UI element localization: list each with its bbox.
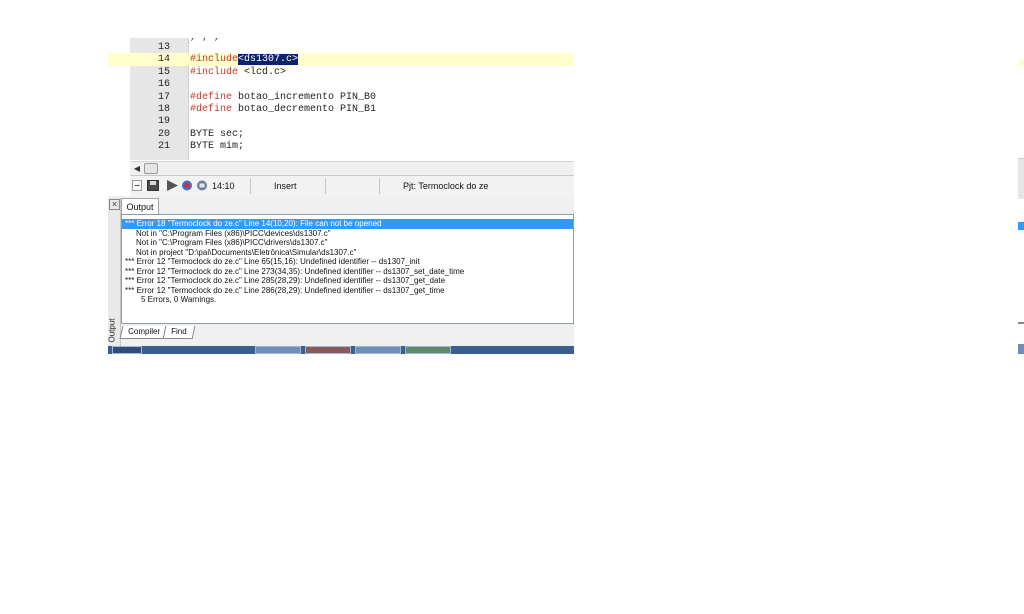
compiler-message[interactable]: *** Error 12 "Termoclock do ze.c" Line 6… bbox=[122, 257, 573, 267]
tab-compiler[interactable]: Compiler bbox=[119, 326, 169, 339]
tab-label: Compiler bbox=[128, 327, 161, 336]
status-separator bbox=[250, 178, 251, 194]
window-fragment bbox=[1018, 344, 1024, 354]
preprocessor-keyword: #include bbox=[190, 54, 239, 66]
output-panel: × Output Output *** Error 18 "Termoclock… bbox=[108, 196, 574, 346]
editor-horizontal-scrollbar[interactable]: ◀ bbox=[130, 161, 574, 176]
preprocessor-keyword: #define bbox=[190, 104, 233, 115]
compiler-messages-list[interactable]: *** Error 18 "Termoclock do ze.c" Line 1… bbox=[121, 214, 574, 324]
output-side-tab[interactable]: × Output bbox=[108, 198, 121, 346]
line-number: 17 bbox=[157, 91, 170, 103]
compiler-message[interactable]: *** Error 12 "Termoclock do ze.c" Line 2… bbox=[122, 267, 573, 277]
preprocessor-keyword: #define bbox=[190, 91, 233, 103]
code-line[interactable]: 21 BYTE mim; bbox=[108, 140, 574, 153]
code-editor[interactable]: , , , 1314#include<ds1307.c>15#include <… bbox=[108, 38, 574, 160]
code-token: <lcd.c> bbox=[238, 66, 287, 78]
preprocessor-keyword: #include bbox=[190, 66, 239, 78]
line-number: 13 bbox=[157, 42, 170, 53]
tab-find[interactable]: Find bbox=[162, 326, 195, 339]
ide-window: , , , 1314#include<ds1307.c>15#include <… bbox=[108, 38, 574, 354]
output-bottom-tabs: Compiler Find bbox=[119, 326, 195, 340]
code-line[interactable]: 19 bbox=[108, 115, 574, 128]
play-icon[interactable] bbox=[166, 180, 179, 191]
record-icon[interactable] bbox=[181, 180, 193, 191]
code-text: BYTE mim; bbox=[190, 140, 244, 153]
code-line[interactable]: 14 #include<ds1307.c> bbox=[108, 53, 574, 67]
line-number: 16 bbox=[157, 79, 170, 91]
code-line[interactable]: 17 #define botao_incremento PIN_B0 bbox=[108, 91, 574, 104]
project-name: Pjt: Termoclock do ze bbox=[403, 181, 489, 191]
line-number: 19 bbox=[157, 116, 170, 128]
selected-text: <ds1307.c> bbox=[238, 54, 299, 66]
line-number: 20 bbox=[157, 128, 170, 140]
taskbar-button[interactable] bbox=[255, 346, 301, 354]
compiler-message[interactable]: Not in project "D:\pai\Documents\Eletrôn… bbox=[122, 248, 573, 258]
line-number: 18 bbox=[157, 104, 170, 115]
code-text: #include<ds1307.c> bbox=[190, 53, 299, 66]
code-line[interactable]: 16 bbox=[108, 78, 574, 91]
window-fragment bbox=[1018, 60, 1024, 66]
code-text: #define botao_incremento PIN_B0 bbox=[190, 91, 376, 104]
code-line[interactable]: 18 #define botao_decremento PIN_B1 bbox=[108, 103, 574, 116]
status-separator bbox=[379, 178, 380, 194]
taskbar-button[interactable] bbox=[355, 346, 401, 354]
close-icon[interactable]: × bbox=[109, 199, 120, 210]
code-line[interactable]: 13 bbox=[108, 41, 574, 54]
line-number: 21 bbox=[157, 141, 170, 153]
window-fragment bbox=[1018, 158, 1024, 199]
cursor-position: 14:10 bbox=[212, 181, 235, 191]
window-fragment bbox=[1018, 322, 1024, 324]
save-icon[interactable] bbox=[147, 180, 159, 191]
taskbar-button[interactable] bbox=[112, 346, 142, 354]
code-text: BYTE sec; bbox=[190, 128, 244, 141]
tab-output[interactable]: Output bbox=[121, 198, 159, 215]
compiler-message[interactable]: *** Error 18 "Termoclock do ze.c" Line 1… bbox=[122, 219, 573, 229]
code-line[interactable]: 20 BYTE sec; bbox=[108, 128, 574, 141]
line-number: 14 bbox=[157, 54, 170, 66]
tab-label: Find bbox=[171, 327, 187, 336]
scrollbar-thumb[interactable] bbox=[144, 163, 158, 174]
taskbar-button[interactable] bbox=[305, 346, 351, 354]
scroll-left-icon[interactable]: ◀ bbox=[132, 163, 142, 174]
code-line[interactable]: 15 #include <lcd.c> bbox=[108, 66, 574, 79]
compiler-message[interactable]: Not in "C:\Program Files (x86)\PICC\driv… bbox=[122, 238, 573, 248]
compiler-message[interactable]: *** Error 12 "Termoclock do ze.c" Line 2… bbox=[122, 276, 573, 286]
taskbar-strip bbox=[108, 346, 574, 354]
edit-mode: Insert bbox=[274, 181, 297, 191]
code-text: #define botao_decremento PIN_B1 bbox=[190, 103, 376, 116]
code-token: BYTE sec; bbox=[190, 128, 245, 140]
compile-summary[interactable]: 5 Errors, 0 Warnings. bbox=[122, 295, 573, 305]
output-side-label: Output bbox=[108, 318, 117, 343]
compiler-message[interactable]: *** Error 12 "Termoclock do ze.c" Line 2… bbox=[122, 286, 573, 296]
code-token: botao_incremento PIN_B0 bbox=[232, 91, 377, 103]
code-token: botao_decremento PIN_B1 bbox=[232, 104, 377, 115]
minimize-icon[interactable] bbox=[132, 180, 142, 191]
compiler-message[interactable]: Not in "C:\Program Files (x86)\PICC\devi… bbox=[122, 229, 573, 239]
line-number: 15 bbox=[157, 66, 170, 78]
editor-status-bar: 14:10 Insert Pjt: Termoclock do ze bbox=[130, 175, 574, 197]
window-fragment bbox=[1018, 222, 1024, 230]
code-text: #include <lcd.c> bbox=[190, 66, 286, 79]
status-separator bbox=[325, 178, 326, 194]
code-token: BYTE mim; bbox=[190, 141, 245, 153]
taskbar-button[interactable] bbox=[405, 346, 451, 354]
stop-icon[interactable] bbox=[196, 180, 208, 191]
